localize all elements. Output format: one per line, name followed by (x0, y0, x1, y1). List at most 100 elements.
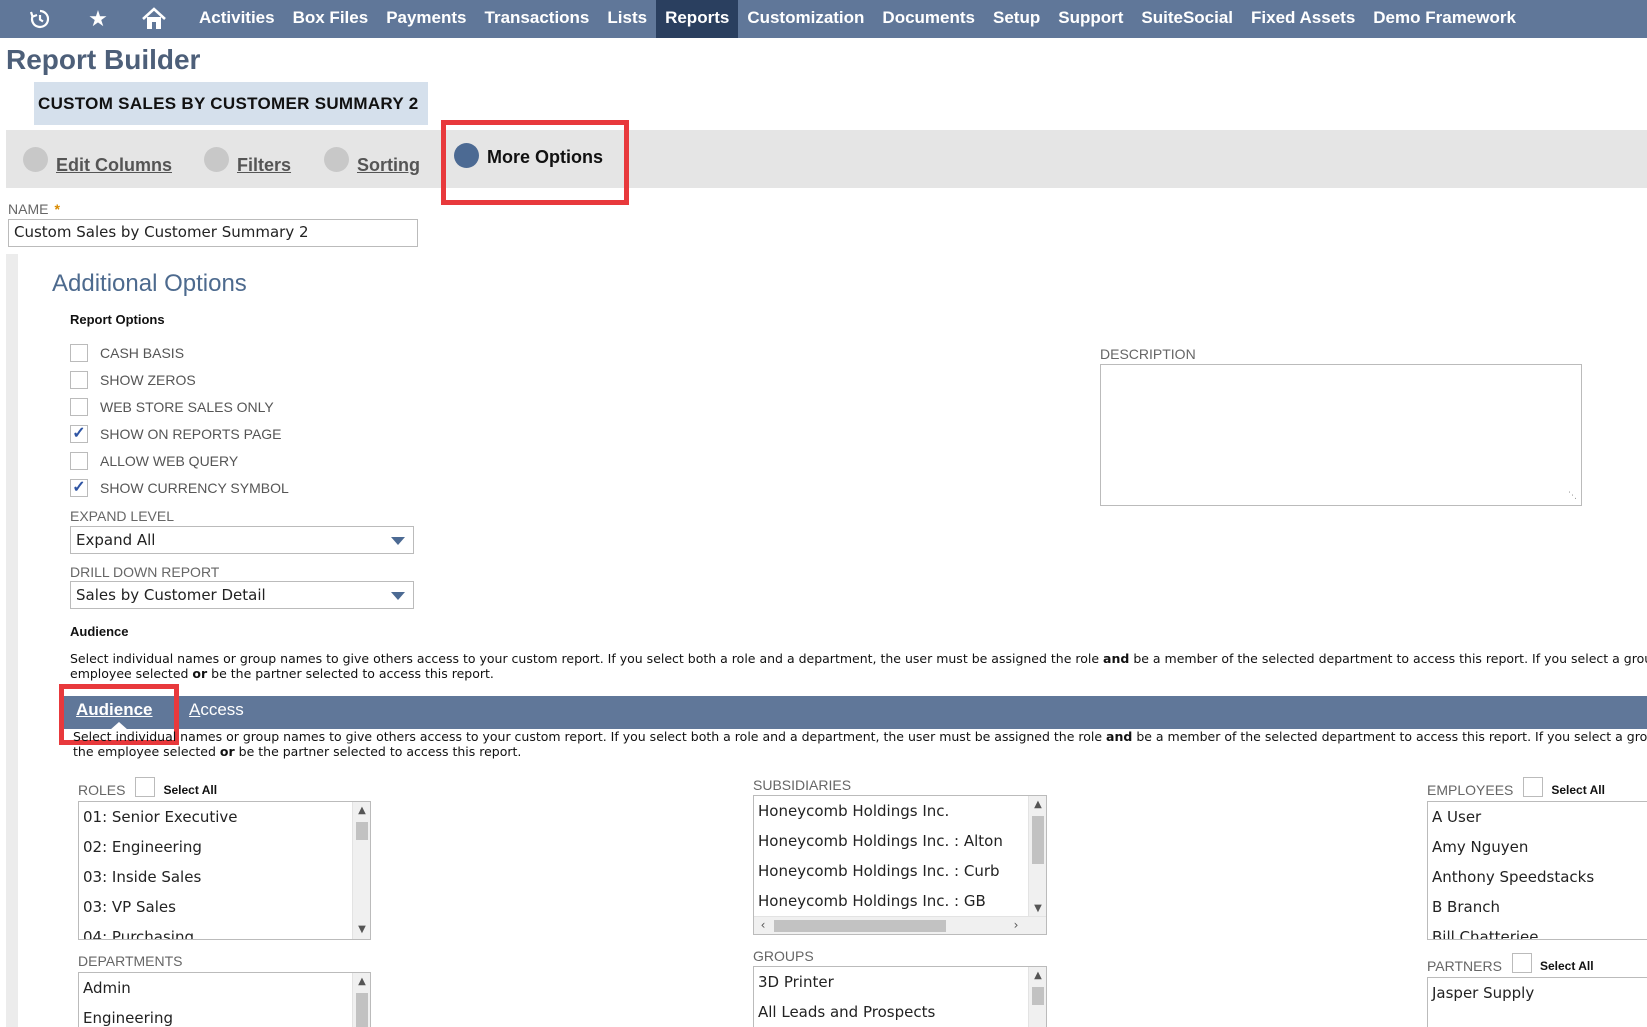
expand-level-select[interactable]: Expand All (70, 526, 414, 554)
chevron-down-icon[interactable]: ▼ (1032, 903, 1044, 915)
list-item[interactable]: 03: VP Sales (79, 892, 370, 922)
page-title: Report Builder (6, 44, 201, 75)
list-item[interactable]: 03: Inside Sales (79, 862, 370, 892)
list-item[interactable]: 02: Engineering (79, 832, 370, 862)
option-show-zeros[interactable]: SHOW ZEROS (70, 371, 196, 389)
nav-demo-framework[interactable]: Demo Framework (1364, 0, 1525, 38)
nav-reports[interactable]: Reports (656, 0, 739, 38)
roles-listbox[interactable]: 01: Senior Executive 02: Engineering 03:… (78, 801, 371, 940)
nav-payments[interactable]: Payments (377, 0, 475, 38)
drill-down-select[interactable]: Sales by Customer Detail (70, 581, 414, 609)
nav-menu: Activities Box Files Payments Transactio… (190, 0, 1525, 38)
resize-grip-icon[interactable]: ⋱ (1568, 492, 1578, 502)
description-textarea[interactable]: ⋱ (1100, 364, 1582, 506)
checkbox-checked[interactable]: ✓ (70, 479, 88, 497)
chevron-up-icon[interactable]: ▲ (356, 976, 368, 988)
step-filters[interactable]: Filters (204, 145, 291, 176)
option-show-currency-symbol[interactable]: ✓ SHOW CURRENCY SYMBOL (70, 479, 289, 497)
description-label: DESCRIPTION (1100, 346, 1196, 362)
scrollbar[interactable]: ▲ ▼ (352, 802, 370, 939)
nav-fixed-assets[interactable]: Fixed Assets (1242, 0, 1364, 38)
roles-select-all-checkbox[interactable] (135, 777, 156, 797)
option-allow-web-query[interactable]: ALLOW WEB QUERY (70, 452, 238, 470)
checkbox-checked[interactable]: ✓ (70, 425, 88, 443)
chevron-down-icon[interactable]: ▼ (356, 924, 368, 936)
step-label: Sorting (357, 155, 420, 175)
subsidiaries-listbox[interactable]: Honeycomb Holdings Inc. Honeycomb Holdin… (753, 795, 1047, 935)
horizontal-scrollbar[interactable]: ‹ › (754, 916, 1046, 934)
scrollbar[interactable]: ▲ (352, 973, 370, 1027)
tab-access[interactable]: Access (189, 700, 244, 720)
nav-setup[interactable]: Setup (984, 0, 1049, 38)
list-item[interactable]: 01: Senior Executive (79, 802, 370, 832)
list-item[interactable]: Engineering (79, 1003, 370, 1027)
chevron-up-icon[interactable]: ▲ (1032, 799, 1044, 811)
name-label: NAME * (8, 201, 60, 217)
list-item[interactable]: Honeycomb Holdings Inc. (754, 796, 1046, 826)
partners-select-all-checkbox[interactable] (1511, 953, 1532, 973)
list-item[interactable]: Honeycomb Holdings Inc. : Alton (754, 826, 1046, 856)
list-item[interactable]: B Branch (1428, 892, 1647, 922)
audience-tab-help-line2: the employee selected or be the partner … (73, 744, 522, 759)
groups-listbox[interactable]: 3D Printer All Leads and Prospects ▲ (753, 966, 1047, 1027)
checkmark-icon: ✓ (72, 425, 86, 442)
list-item[interactable]: Amy Nguyen (1428, 832, 1647, 862)
employees-listbox[interactable]: A User Amy Nguyen Anthony Speedstacks B … (1427, 801, 1647, 940)
option-cash-basis[interactable]: CASH BASIS (70, 344, 184, 362)
list-item[interactable]: Admin (79, 973, 370, 1003)
left-rail (6, 254, 18, 1027)
scroll-thumb[interactable] (1032, 987, 1044, 1005)
list-item[interactable]: 04: Purchasing (79, 922, 370, 939)
nav-activities[interactable]: Activities (190, 0, 284, 38)
nav-box-files[interactable]: Box Files (284, 0, 378, 38)
history-icon[interactable] (22, 0, 58, 38)
home-icon[interactable] (136, 0, 172, 38)
list-item[interactable]: Anthony Speedstacks (1428, 862, 1647, 892)
expand-level-label: EXPAND LEVEL (70, 508, 175, 524)
star-icon[interactable]: ★ (80, 0, 116, 38)
chevron-left-icon[interactable]: ‹ (757, 919, 769, 931)
list-item[interactable]: Jasper Supply (1428, 978, 1647, 1008)
step-sorting[interactable]: Sorting (324, 145, 420, 176)
checkbox[interactable] (70, 371, 88, 389)
checkbox[interactable] (70, 398, 88, 416)
option-web-store-sales-only[interactable]: WEB STORE SALES ONLY (70, 398, 274, 416)
checkbox[interactable] (70, 452, 88, 470)
chevron-right-icon[interactable]: › (1010, 919, 1022, 931)
checkbox[interactable] (70, 344, 88, 362)
nav-customization[interactable]: Customization (738, 0, 873, 38)
scrollbar[interactable]: ▲ ▼ (1028, 796, 1046, 918)
list-item[interactable]: Honeycomb Holdings Inc. : GB (754, 886, 1046, 916)
nav-lists[interactable]: Lists (598, 0, 656, 38)
scrollbar[interactable]: ▲ (1028, 967, 1046, 1027)
partners-listbox[interactable]: Jasper Supply (1427, 977, 1647, 1027)
scroll-thumb[interactable] (774, 920, 946, 932)
checkmark-icon: ✓ (72, 479, 86, 496)
additional-options-title: Additional Options (52, 270, 247, 297)
chevron-down-icon (391, 537, 405, 545)
chevron-down-icon (391, 592, 405, 600)
list-item[interactable]: 3D Printer (754, 967, 1046, 997)
name-input[interactable]: Custom Sales by Customer Summary 2 (8, 219, 418, 247)
scroll-thumb[interactable] (1032, 816, 1044, 864)
step-edit-columns[interactable]: Edit Columns (23, 145, 172, 176)
required-mark: * (54, 201, 60, 217)
nav-transactions[interactable]: Transactions (476, 0, 599, 38)
nav-support[interactable]: Support (1049, 0, 1132, 38)
list-item[interactable]: Honeycomb Holdings Inc. : Curb (754, 856, 1046, 886)
chevron-up-icon[interactable]: ▲ (356, 805, 368, 817)
subsidiaries-label: SUBSIDIARIES (753, 777, 852, 793)
nav-documents[interactable]: Documents (873, 0, 984, 38)
option-show-on-reports-page[interactable]: ✓ SHOW ON REPORTS PAGE (70, 425, 282, 443)
roles-label: ROLES Select All (78, 777, 217, 798)
departments-listbox[interactable]: Admin Engineering ▲ (78, 972, 371, 1027)
list-item[interactable]: All Leads and Prospects (754, 997, 1046, 1027)
employees-select-all-checkbox[interactable] (1523, 777, 1544, 797)
list-item[interactable]: Bill Chatterjee (1428, 922, 1647, 939)
list-item[interactable]: A User (1428, 802, 1647, 832)
nav-suitesocial[interactable]: SuiteSocial (1132, 0, 1242, 38)
scroll-thumb[interactable] (356, 822, 368, 840)
groups-label: GROUPS (753, 948, 814, 964)
chevron-up-icon[interactable]: ▲ (1032, 970, 1044, 982)
scroll-thumb[interactable] (356, 993, 368, 1027)
